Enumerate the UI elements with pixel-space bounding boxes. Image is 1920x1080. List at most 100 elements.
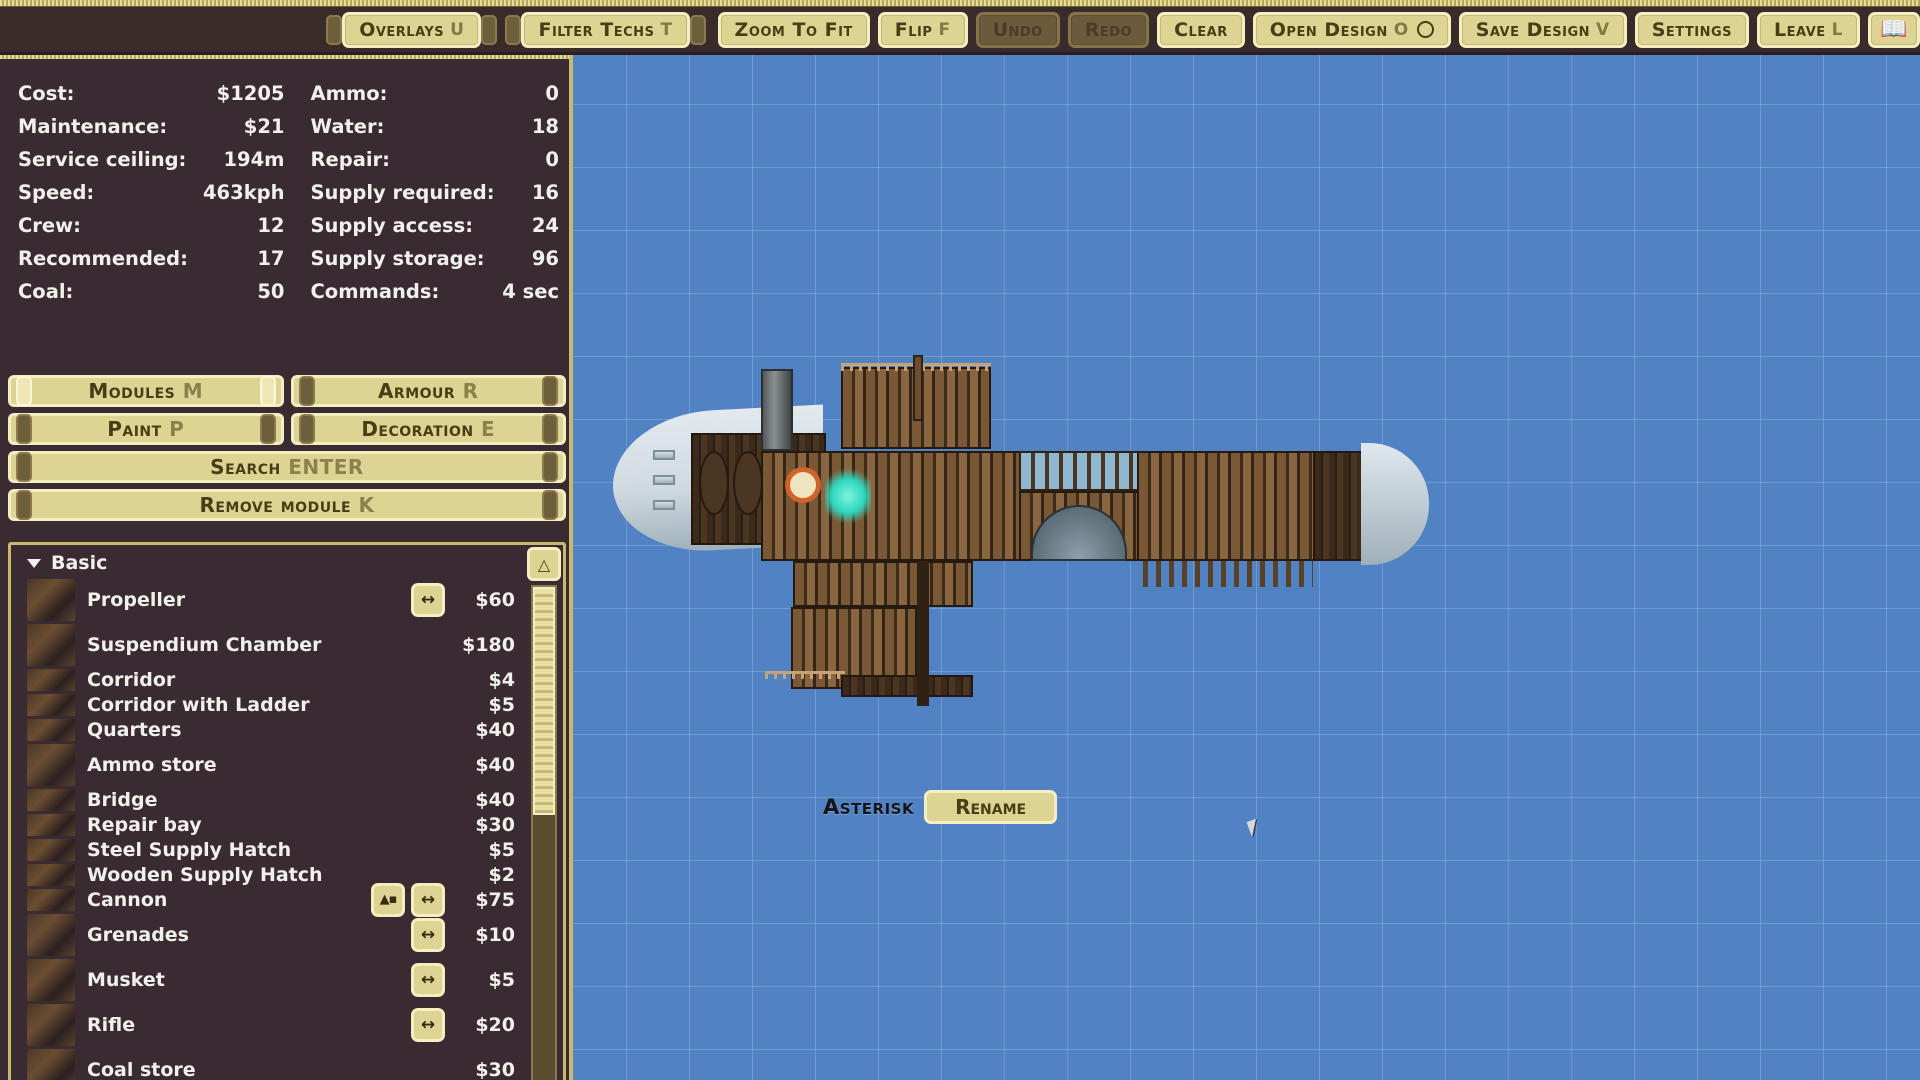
module-thumbnail-icon [27,743,75,786]
module-price: $4 [488,668,515,691]
module-thumbnail-icon [27,693,75,716]
airship-design[interactable] [613,355,1533,745]
toolbar-toggle-filter-techs[interactable]: Filter Techs T [501,9,710,50]
clear-label: Clear [1174,18,1228,41]
open-design-button[interactable]: Open design O [1252,11,1451,48]
stat-row: Supply storage: 96 [293,242,560,275]
paint-pill-left [16,414,32,444]
lower-rail [765,671,845,679]
mode-button-modules[interactable]: Modules M [8,375,284,407]
stats-column-left: Cost: $1205 Maintenance: $21 Service ceiling… [18,77,285,308]
module-name: Corridor [87,668,176,691]
top-toolbar: Overlays U Filter Techs T Zoom to fit Flip F Un… [0,0,1920,55]
stat-label: Maintenance: [18,115,168,138]
zoom-to-fit-button[interactable]: Zoom to fit [717,11,870,48]
module-shape-icon[interactable]: ▲▪ [371,882,405,917]
leave-button[interactable]: Leave L [1757,11,1860,48]
module-thumbnail-icon [27,888,75,911]
hull-tail-cone [1361,443,1429,565]
module-list-item[interactable]: Coal store $30 [11,1047,525,1080]
module-list-item[interactable]: Ammo store $40 [11,742,525,787]
module-name: Coal store [87,1058,196,1080]
module-thumbnail-icon [27,788,75,811]
module-list-item[interactable]: Bridge $40 [11,787,525,812]
aft-ribs [1143,561,1313,587]
mode-button-armour[interactable]: Armour R [290,375,566,407]
stat-row: Ammo: 0 [293,77,560,110]
flip-arrows-icon: ↔ [420,924,436,945]
module-flip-icon[interactable]: ↔ [411,582,445,617]
toolbar-separator [1149,9,1158,50]
module-list-item[interactable]: Quarters $40 [11,717,525,742]
toolbar-spacer [0,0,323,52]
save-design-label: Save design [1475,18,1591,41]
module-list-item[interactable]: Grenades ↔ $10 [11,912,525,957]
settings-button[interactable]: Settings [1634,11,1750,48]
module-list-item[interactable]: Musket ↔ $5 [11,957,525,1002]
module-list-item[interactable]: Corridor with Ladder $5 [11,692,525,717]
module-list-item[interactable]: Wooden Supply Hatch $2 [11,862,525,887]
remove-label-text: Remove module [199,493,352,517]
flip-label: Flip [894,18,933,41]
search-button-label: Search ENTER [32,455,542,479]
overlays-label: Overlays [359,18,445,41]
module-list-item[interactable]: Steel Supply Hatch $5 [11,837,525,862]
module-flip-icon[interactable]: ↔ [411,962,445,997]
toolbar-toggle-overlays[interactable]: Overlays U [322,9,502,50]
overlays-button[interactable]: Overlays U [342,11,482,48]
module-flip-icon[interactable]: ↔ [411,882,445,917]
mode-buttons: Modules M Armour R Paint P Decoration E Se… [8,375,566,527]
search-button[interactable]: Search ENTER [8,451,566,483]
module-thumbnail-icon [27,838,75,861]
stat-row: Supply access: 24 [293,209,560,242]
mode-button-decoration[interactable]: Decoration E [290,413,566,445]
flip-button[interactable]: Flip F [877,11,968,48]
manual-button[interactable]: 📖 [1868,11,1920,48]
module-list-item[interactable]: Repair bay $30 [11,812,525,837]
scroll-up-button[interactable]: △ [527,547,561,581]
module-list-item[interactable]: Propeller ↔ $60 [11,577,525,622]
stat-value: 12 [257,214,285,237]
ship-stats-panel: Cost: $1205 Maintenance: $21 Service ceiling… [0,65,573,303]
module-list-item[interactable]: Cannon ▲▪ ↔ $75 [11,882,525,917]
module-category-header[interactable]: Basic [11,549,525,577]
keel-beam [841,675,973,697]
scrollbar-thumb[interactable] [533,587,555,815]
toolbar-separator [1244,9,1253,50]
decoration-label-text: Decoration [361,417,474,441]
mode-button-paint[interactable]: Paint P [8,413,284,445]
stat-value: 0 [545,148,559,171]
module-name: Ammo store [87,753,217,776]
module-list-item[interactable]: Rifle ↔ $20 [11,1002,525,1047]
stat-label: Crew: [18,214,81,237]
redo-label: Redo [1084,18,1133,41]
module-thumbnail-icon [27,863,75,886]
decoration-label: Decoration E [315,417,543,441]
hull-windows-mid [1019,451,1139,491]
module-list[interactable]: Basic Propeller ↔ $60 Suspendium Chamber $180… [11,545,525,1080]
chevron-down-icon [27,558,41,568]
module-thumbnail-icon [27,1003,75,1046]
stat-value: 0 [545,82,559,105]
toolbar-separator [967,9,976,50]
module-list-item[interactable]: Corridor $4 [11,667,525,692]
decoration-pill-right [542,414,558,444]
rename-button[interactable]: Rename [924,790,1058,824]
module-flip-icon[interactable]: ↔ [411,1007,445,1042]
stat-label: Water: [310,115,385,138]
save-design-button[interactable]: Save design V [1458,11,1627,48]
module-list-scrollbar[interactable]: △ ▽ [527,547,561,1080]
clear-button[interactable]: Clear [1157,11,1245,48]
module-list-item[interactable]: Suspendium Chamber $180 [11,622,525,667]
design-canvas[interactable]: Asterisk Rename [573,55,1920,1080]
module-name: Cannon [87,888,168,911]
open-design-hotkey: O [1393,19,1409,40]
module-flip-icon[interactable]: ↔ [411,917,445,952]
filter-techs-button[interactable]: Filter Techs T [521,11,690,48]
module-price: $5 [488,838,515,861]
remove-module-button[interactable]: Remove module K [8,489,566,521]
search-pill-right [542,452,558,482]
module-name: Corridor with Ladder [87,693,310,716]
stat-value: 463kph [202,181,285,204]
scrollbar-track[interactable] [531,585,557,1080]
